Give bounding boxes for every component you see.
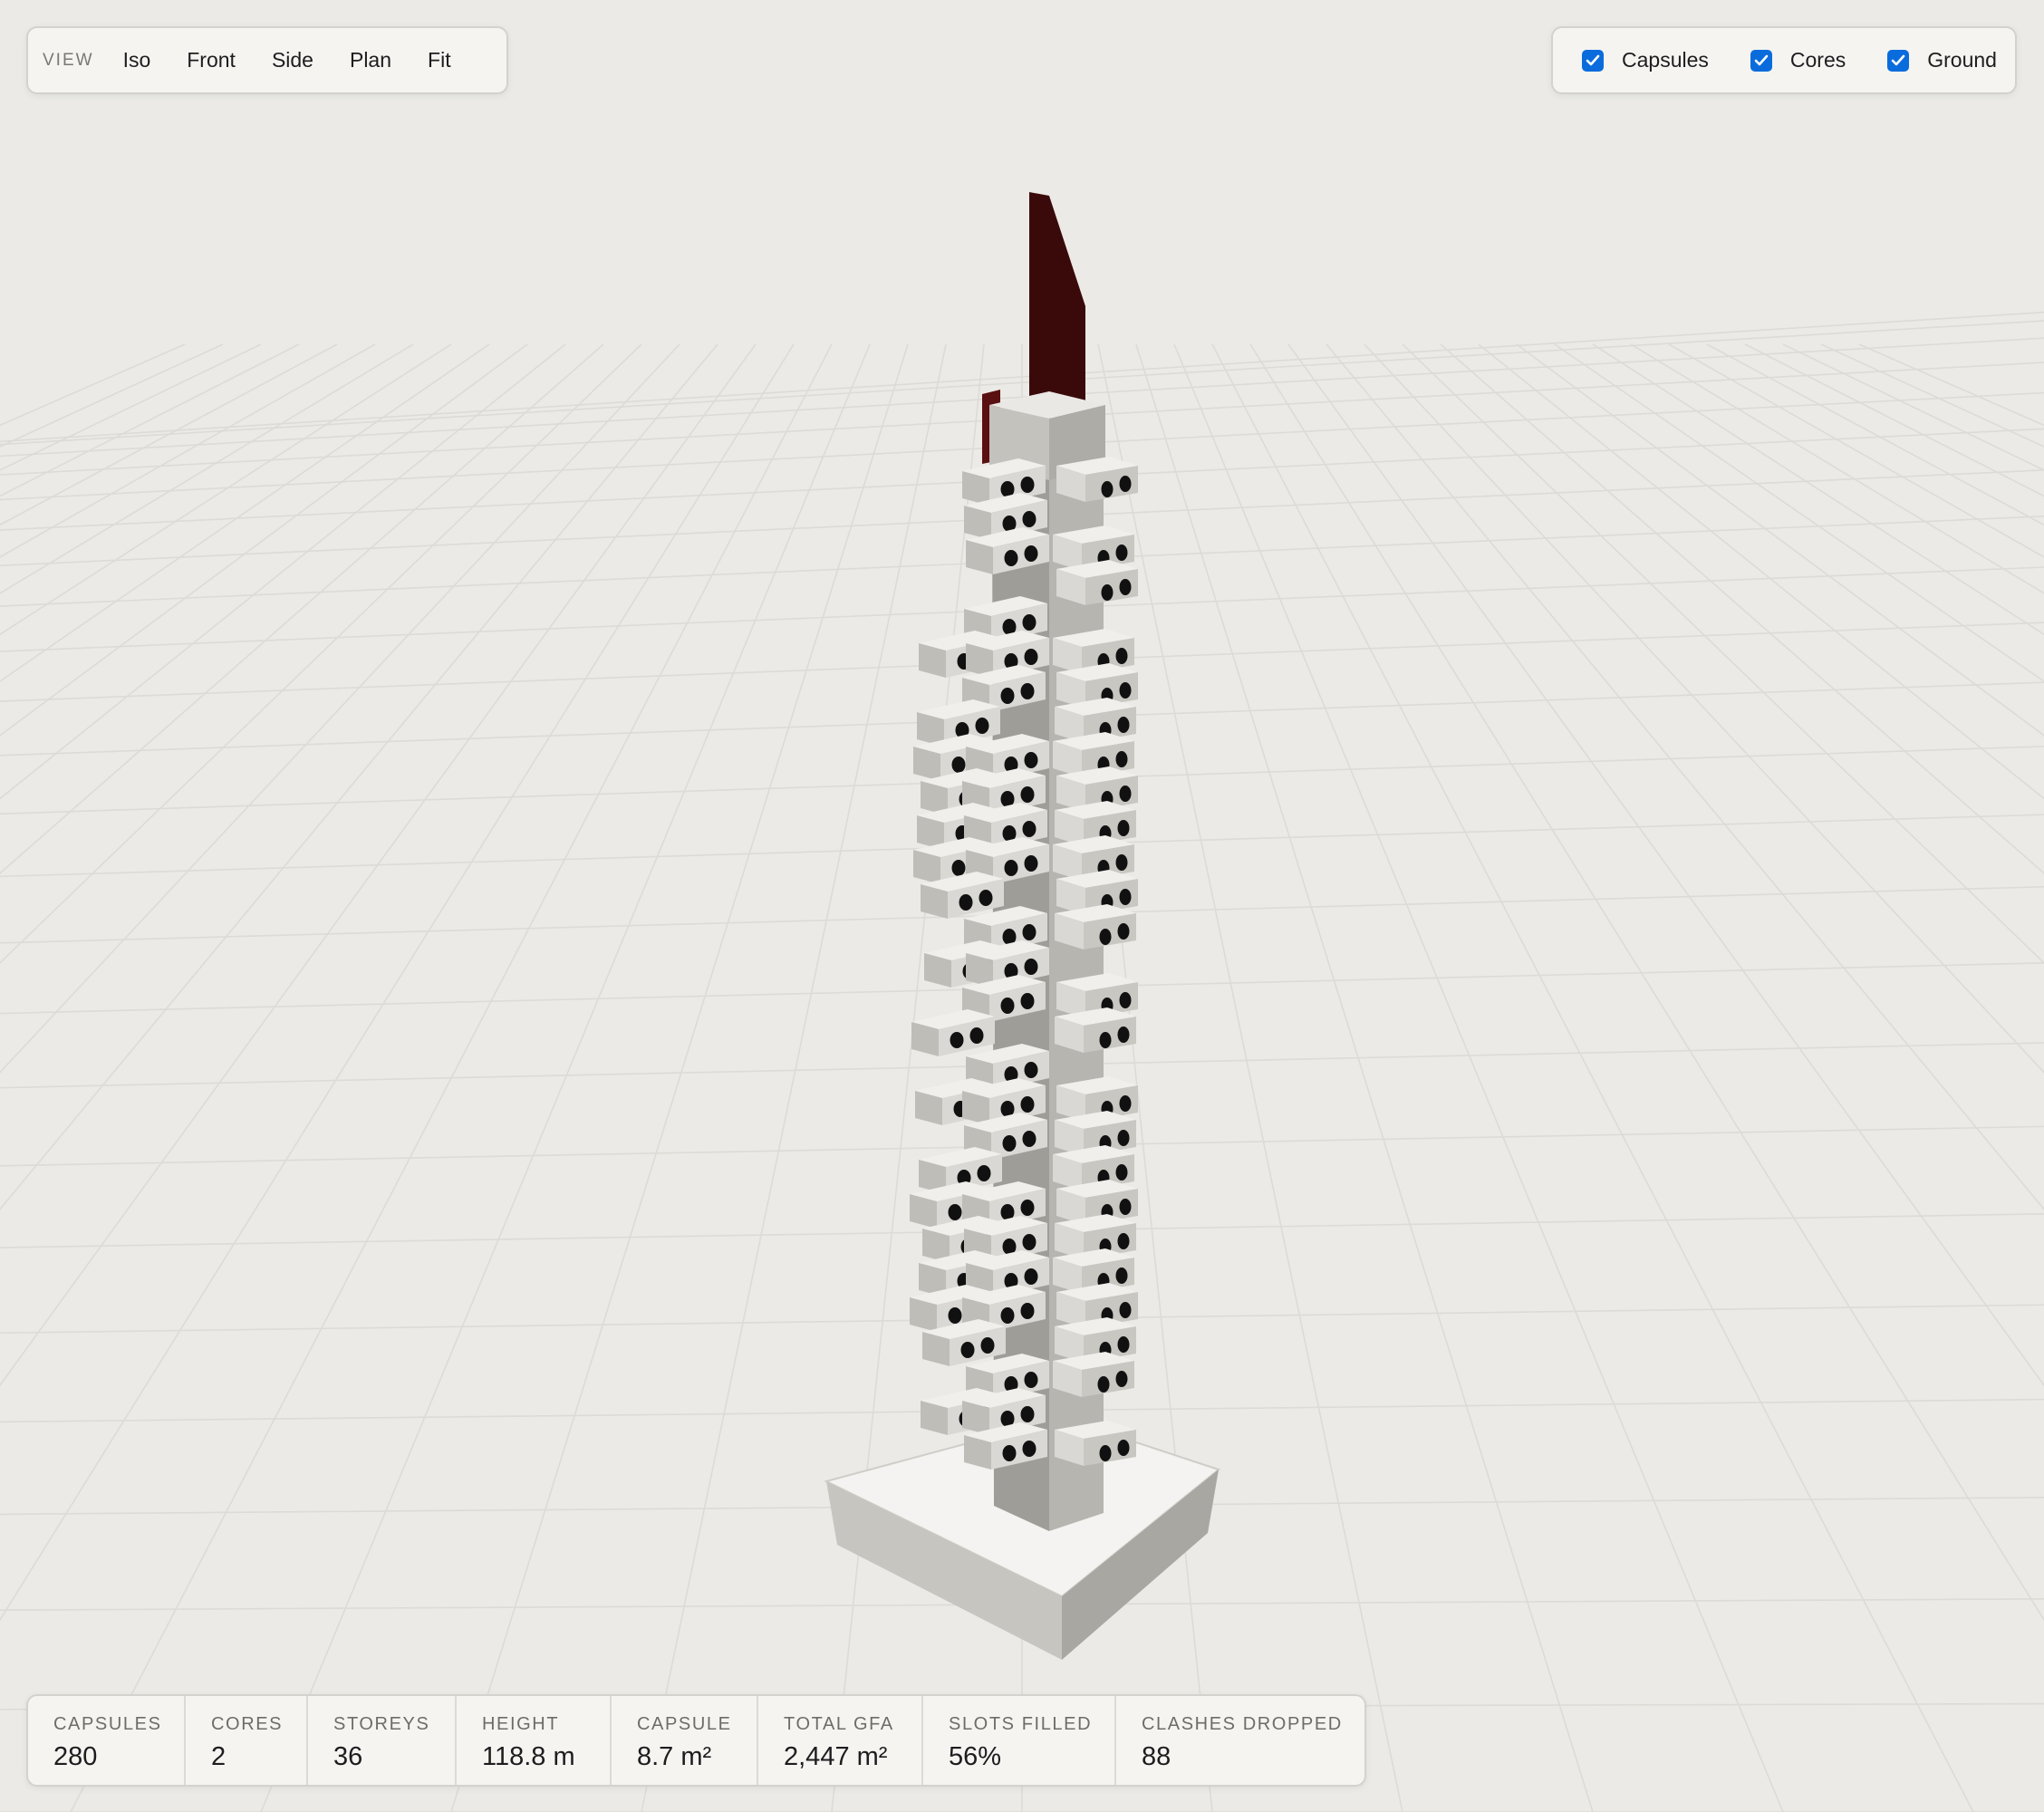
stat-cores: CORES 2	[186, 1696, 308, 1785]
stat-height: HEIGHT 118.8 m	[457, 1696, 612, 1785]
layer-toggles: Capsules Cores Ground	[1551, 26, 2017, 94]
stat-capsule-area: CAPSULE 8.7 m²	[612, 1696, 758, 1785]
stat-cores-label: CORES	[211, 1714, 284, 1734]
stat-total-gfa: TOTAL GFA 2,447 m²	[758, 1696, 923, 1785]
stats-bar: CAPSULES 280 CORES 2 STOREYS 36 HEIGHT 1…	[26, 1694, 1366, 1787]
ground-label: Ground	[1927, 48, 1997, 72]
stat-clashes-dropped-value: 88	[1142, 1742, 1171, 1771]
stat-slots-filled-label: SLOTS FILLED	[949, 1714, 1093, 1734]
stat-slots-filled: SLOTS FILLED 56%	[923, 1696, 1116, 1785]
stat-storeys-value: 36	[333, 1742, 363, 1771]
stat-height-label: HEIGHT	[482, 1714, 560, 1734]
roof-fin	[1029, 192, 1085, 410]
capsules-label: Capsules	[1622, 48, 1709, 72]
ground-checkbox[interactable]	[1887, 49, 1910, 72]
stat-clashes-dropped-label: CLASHES DROPPED	[1142, 1714, 1343, 1734]
stat-cores-value: 2	[211, 1742, 227, 1771]
stat-capsules-value: 280	[53, 1742, 98, 1771]
stat-capsules-label: CAPSULES	[53, 1714, 162, 1734]
stat-clashes-dropped: CLASHES DROPPED 88	[1116, 1696, 1364, 1785]
capsules-checkbox[interactable]	[1582, 49, 1604, 72]
view-front-button[interactable]: Front	[169, 39, 254, 82]
view-fit-button[interactable]: Fit	[410, 39, 469, 82]
stat-capsule-area-value: 8.7 m²	[637, 1742, 712, 1771]
cores-toggle[interactable]: Cores	[1750, 48, 1846, 72]
stat-slots-filled-value: 56%	[949, 1742, 1002, 1771]
view-plan-button[interactable]: Plan	[332, 39, 410, 82]
stat-storeys: STOREYS 36	[308, 1696, 457, 1785]
cores-checkbox[interactable]	[1750, 49, 1772, 72]
view-toolbar: VIEW Iso Front Side Plan Fit	[26, 26, 508, 94]
stat-total-gfa-label: TOTAL GFA	[784, 1714, 894, 1734]
stat-capsule-area-label: CAPSULE	[637, 1714, 732, 1734]
stat-height-value: 118.8 m	[482, 1742, 575, 1771]
capsules-toggle[interactable]: Capsules	[1582, 48, 1709, 72]
view-label: VIEW	[43, 50, 94, 70]
cores-label: Cores	[1789, 48, 1846, 72]
capsule	[911, 1009, 995, 1056]
stat-storeys-label: STOREYS	[333, 1714, 430, 1734]
ground-toggle[interactable]: Ground	[1887, 48, 1997, 72]
view-iso-button[interactable]: Iso	[105, 39, 169, 82]
3d-viewport[interactable]	[0, 0, 2044, 1812]
stat-total-gfa-value: 2,447 m²	[784, 1742, 888, 1771]
view-side-button[interactable]: Side	[254, 39, 332, 82]
stat-capsules: CAPSULES 280	[28, 1696, 186, 1785]
